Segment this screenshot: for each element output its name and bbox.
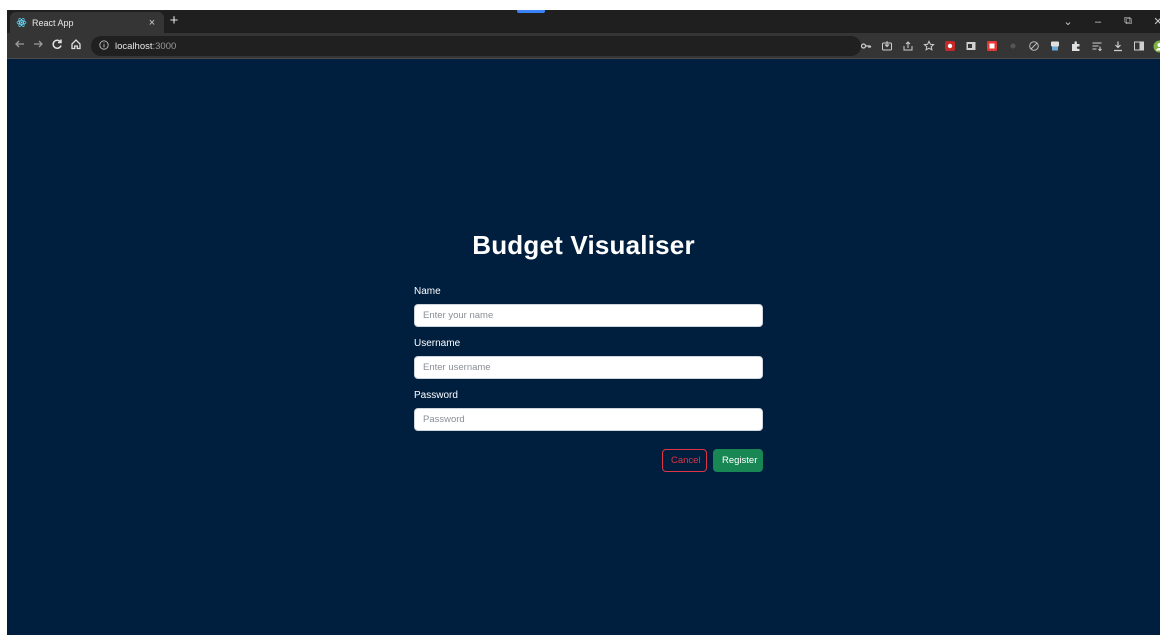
adblock-extension-icon[interactable] — [943, 40, 956, 53]
minimize-button[interactable]: – — [1083, 16, 1113, 28]
site-info-icon[interactable] — [99, 39, 109, 53]
tab-title: React App — [32, 17, 74, 28]
browser-toolbar: localhost :3000 — [7, 33, 1160, 59]
extension-red-icon[interactable] — [985, 40, 998, 53]
username-field-group: Username — [414, 338, 763, 379]
tab-close-icon[interactable]: × — [146, 17, 158, 29]
tab-react-app[interactable]: React App × — [10, 12, 164, 33]
back-icon[interactable] — [12, 38, 28, 54]
extension-printer-icon[interactable] — [1048, 40, 1061, 53]
reading-list-icon[interactable] — [1090, 40, 1103, 53]
password-field-group: Password — [414, 390, 763, 431]
form-actions: Cancel Register — [414, 449, 763, 472]
tab-search-dropdown-icon[interactable]: ⌄ — [1053, 15, 1083, 28]
password-label: Password — [414, 390, 458, 401]
reload-icon[interactable] — [49, 38, 65, 54]
cancel-button[interactable]: Cancel — [662, 449, 707, 472]
restore-button[interactable]: ⧉ — [1113, 15, 1143, 28]
tab-strip: React App × + ⌄ – ⧉ ✕ — [7, 10, 1160, 33]
username-label: Username — [414, 338, 461, 349]
browser-window: React App × + ⌄ – ⧉ ✕ localhost:3000 Bu… — [7, 10, 1160, 635]
react-favicon — [16, 17, 27, 28]
extension-window-icon[interactable] — [964, 40, 977, 53]
close-window-button[interactable]: ✕ — [1143, 15, 1160, 28]
profile-avatar-icon[interactable] — [1153, 40, 1160, 53]
bookmark-star-icon[interactable] — [922, 40, 935, 53]
side-panel-icon[interactable] — [1132, 40, 1145, 53]
home-icon[interactable] — [68, 38, 84, 54]
toolbar-icons — [859, 38, 1160, 54]
new-tab-button[interactable]: + — [165, 12, 183, 30]
url-host: localhost — [115, 40, 153, 52]
key-icon[interactable] — [859, 40, 872, 53]
tab-strip-accent — [517, 10, 545, 13]
extensions-puzzle-icon[interactable] — [1069, 40, 1082, 53]
name-field-group: Name — [414, 286, 763, 327]
register-form: Name Username Password Cancel Register — [414, 286, 763, 472]
name-input[interactable] — [414, 304, 763, 327]
blocked-icon[interactable] — [1027, 40, 1040, 53]
username-input[interactable] — [414, 356, 763, 379]
share-icon[interactable] — [901, 40, 914, 53]
page-title: Budget Visualiser — [472, 230, 695, 260]
password-input[interactable] — [414, 408, 763, 431]
name-label: Name — [414, 286, 441, 297]
address-bar[interactable]: localhost :3000 — [91, 36, 861, 56]
register-button[interactable]: Register — [713, 449, 763, 472]
url-port: :3000 — [152, 40, 177, 52]
download-icon[interactable] — [1111, 40, 1124, 53]
forward-icon[interactable] — [30, 38, 46, 54]
extension-dim-icon[interactable] — [1006, 40, 1019, 53]
install-icon[interactable] — [880, 40, 893, 53]
window-controls: ⌄ – ⧉ ✕ — [1053, 10, 1160, 33]
